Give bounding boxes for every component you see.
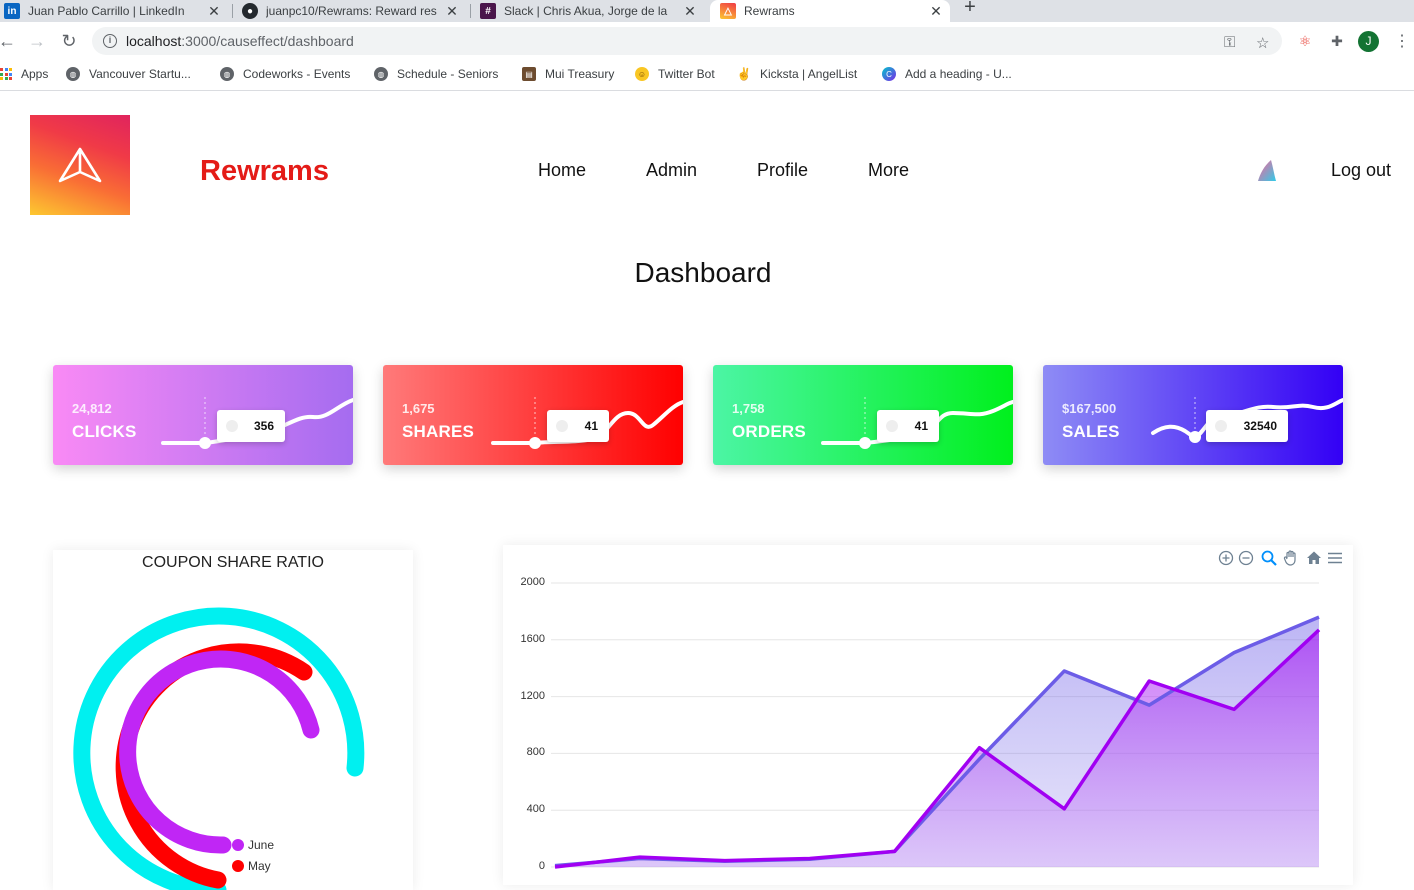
stat-value: 1,758: [732, 401, 765, 416]
legend-item-may[interactable]: May: [232, 859, 271, 873]
slack-icon: #: [480, 3, 496, 19]
tab-rewrams[interactable]: △ Rewrams ✕: [710, 0, 950, 22]
tab-title: Slack | Chris Akua, Jorge de la: [504, 4, 668, 18]
globe-icon: ◍: [66, 67, 80, 81]
bookmark-schedule-seniors[interactable]: ◍ Schedule - Seniors: [374, 67, 498, 81]
site-info-icon[interactable]: i: [103, 34, 117, 48]
puzzle-piece-icon[interactable]: ✚: [1328, 32, 1346, 50]
tab-github[interactable]: ● juanpc10/Rewrams: Reward res ✕: [242, 0, 464, 22]
close-tab-icon[interactable]: ✕: [682, 3, 698, 20]
legend-item-june[interactable]: June: [232, 838, 274, 852]
nav-admin[interactable]: Admin: [646, 160, 697, 181]
stat-label: SHARES: [402, 422, 475, 441]
laughing-emoji-icon: ☺: [635, 67, 649, 81]
stat-card-sales[interactable]: $167,500 SALES 32540: [1043, 365, 1343, 465]
stat-card-orders[interactable]: 1,758 ORDERS 41: [713, 365, 1013, 465]
bookmark-apps[interactable]: Apps: [0, 67, 48, 81]
close-tab-icon[interactable]: ✕: [928, 3, 944, 20]
stat-label: ORDERS: [732, 422, 806, 441]
forward-button[interactable]: →: [26, 30, 48, 52]
area-chart-panel: 0 400 800 1200 1600 2000: [503, 545, 1353, 885]
legend-dot: [232, 839, 244, 851]
logout-button[interactable]: Log out: [1331, 160, 1391, 181]
bookmark-add-a-heading[interactable]: C Add a heading - U...: [882, 67, 1012, 81]
sparkline-tooltip: 32540: [1206, 410, 1288, 442]
key-icon[interactable]: ⚿: [1224, 34, 1235, 51]
tab-title: Juan Pablo Carrillo | LinkedIn: [28, 4, 185, 18]
series-area-2: [555, 629, 1319, 867]
bookmark-mui-treasury[interactable]: ▤ Mui Treasury: [522, 67, 614, 81]
profile-avatar[interactable]: J: [1358, 31, 1379, 52]
stat-card-clicks[interactable]: 24,812 CLICKS 356: [53, 365, 353, 465]
bookmark-kicksta-angellist[interactable]: ✌ Kicksta | AngelList: [737, 67, 857, 81]
brand-name[interactable]: Rewrams: [200, 155, 329, 188]
browser-toolbar: ← → ↻ i localhost:3000/causeffect/dashbo…: [0, 22, 1414, 60]
address-bar[interactable]: i localhost:3000/causeffect/dashboard ⚿ …: [92, 27, 1282, 55]
reload-button[interactable]: ↻: [58, 30, 80, 52]
coupon-share-panel: COUPON SHARE RATIO June May: [53, 550, 413, 890]
stat-value: 24,812: [72, 401, 112, 416]
tab-linkedin[interactable]: in Juan Pablo Carrillo | LinkedIn ✕: [4, 0, 226, 22]
page-title: Dashboard: [634, 257, 772, 288]
sparkline-tooltip: 356: [217, 410, 285, 442]
bookmark-codeworks-events[interactable]: ◍ Codeworks - Events: [220, 67, 350, 81]
rewrams-logo[interactable]: [30, 115, 130, 215]
globe-icon: ◍: [374, 67, 388, 81]
tab-slack[interactable]: # Slack | Chris Akua, Jorge de la ✕: [480, 0, 702, 22]
nav-profile[interactable]: Profile: [757, 160, 808, 181]
bookmark-vancouver-startups[interactable]: ◍ Vancouver Startu...: [66, 67, 191, 81]
stat-card-shares[interactable]: 1,675 SHARES 41: [383, 365, 683, 465]
tab-title: Rewrams: [744, 4, 795, 18]
canva-icon: C: [882, 67, 896, 81]
legend-dot: [232, 860, 244, 872]
nav-home[interactable]: Home: [538, 160, 586, 181]
linkedin-icon: in: [4, 3, 20, 19]
stat-label: SALES: [1062, 422, 1120, 441]
extension-icon[interactable]: ⚛: [1296, 32, 1314, 50]
browser-menu-icon[interactable]: ⋮: [1394, 31, 1410, 51]
sail-logo-icon: [1258, 160, 1276, 181]
close-tab-icon[interactable]: ✕: [444, 3, 460, 20]
rewrams-favicon: △: [720, 3, 736, 19]
stat-value: $167,500: [1062, 401, 1117, 416]
bookmarks-bar: Apps ◍ Vancouver Startu... ◍ Codeworks -…: [0, 60, 1414, 91]
stat-label: CLICKS: [72, 422, 137, 441]
paper-plane-icon: [58, 147, 102, 183]
chart-series: [554, 615, 1321, 869]
sparkline-tooltip: 41: [877, 410, 939, 442]
bookmark-star-icon[interactable]: ☆: [1256, 34, 1269, 52]
treasure-chest-icon: ▤: [522, 67, 536, 81]
globe-icon: ◍: [220, 67, 234, 81]
github-icon: ●: [242, 3, 258, 19]
tab-title: juanpc10/Rewrams: Reward res: [266, 4, 437, 18]
back-button[interactable]: ←: [0, 30, 18, 52]
stat-value: 1,675: [402, 401, 435, 416]
radial-bar-inner: [119, 650, 320, 854]
bookmark-twitter-bot[interactable]: ☺ Twitter Bot: [635, 67, 715, 81]
browser-tab-strip: in Juan Pablo Carrillo | LinkedIn ✕ ● ju…: [0, 0, 1414, 22]
apps-grid-icon: [0, 68, 12, 80]
sparkline-tooltip: 41: [547, 410, 609, 442]
close-tab-icon[interactable]: ✕: [206, 3, 222, 20]
nav-more[interactable]: More: [868, 160, 909, 181]
victory-hand-icon: ✌: [736, 67, 752, 81]
new-tab-button[interactable]: +: [960, 0, 980, 20]
url-text: localhost:3000/causeffect/dashboard: [126, 33, 354, 49]
area-chart: [551, 582, 1321, 869]
